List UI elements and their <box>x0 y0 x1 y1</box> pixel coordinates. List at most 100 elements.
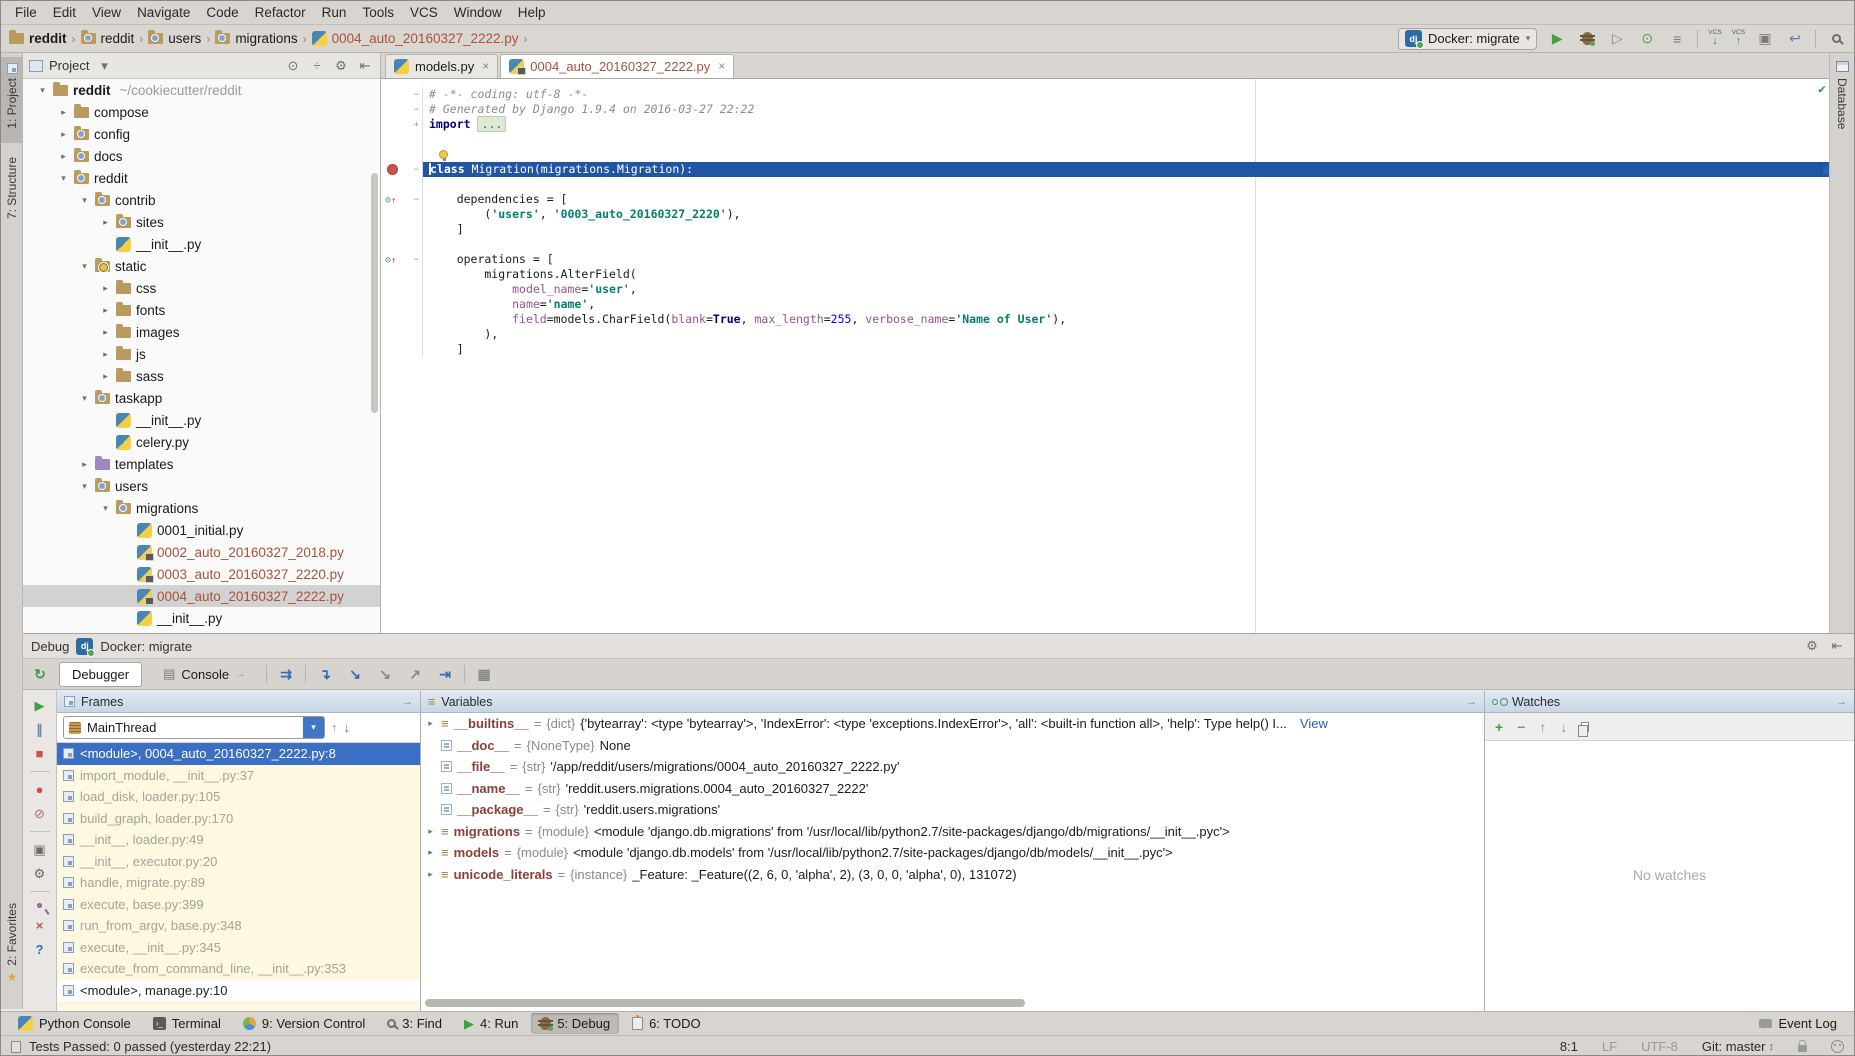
code-line-text[interactable] <box>423 237 1831 252</box>
close-debug-button[interactable]: × <box>36 919 44 932</box>
tool-strip-database-tab[interactable]: Database <box>1835 78 1849 129</box>
code-line-14[interactable]: model_name='user', <box>381 282 1831 297</box>
code-line-text[interactable] <box>423 177 1831 192</box>
tree-item-contrib[interactable]: ▾contrib <box>23 189 380 211</box>
tree-item-0001-initial-py[interactable]: 0001_initial.py <box>23 519 380 541</box>
editor-gutter[interactable] <box>381 177 423 192</box>
editor-gutter[interactable] <box>381 282 423 297</box>
expand-arrow-icon[interactable]: ▸ <box>425 826 436 837</box>
code-line-text[interactable]: name='name', <box>423 297 1831 312</box>
code-line-11[interactable] <box>381 237 1831 252</box>
tree-collapse-arrow[interactable]: ▸ <box>100 305 111 316</box>
rollback-button[interactable]: ↩ <box>1785 29 1805 49</box>
debug-settings-button[interactable]: ⚙ <box>1803 638 1821 654</box>
debug-button[interactable] <box>1577 29 1597 49</box>
evaluate-expression-button[interactable]: ▦ <box>473 666 495 683</box>
run-settings-button[interactable]: ≡ <box>1667 29 1687 49</box>
editor-gutter[interactable] <box>381 237 423 252</box>
editor-gutter[interactable] <box>381 327 423 342</box>
code-line-text[interactable]: class Migration(migrations.Migration): <box>423 162 1831 177</box>
tree-expand-arrow[interactable]: ▾ <box>79 393 90 404</box>
vcs-push-button[interactable]: VCS↑ <box>1732 30 1745 47</box>
tree-expand-arrow[interactable]: ▾ <box>100 503 111 514</box>
line-ending-indicator[interactable]: LF <box>1602 1039 1617 1054</box>
breadcrumb-item[interactable]: migrations <box>215 31 297 46</box>
code-line-text[interactable]: ), <box>423 327 1831 342</box>
locate-file-button[interactable]: ⊙ <box>284 58 302 74</box>
run-to-cursor-button[interactable]: ⇥ <box>434 666 456 683</box>
code-line-text[interactable]: operations = [ <box>423 252 1831 267</box>
frame-row[interactable]: handle, migrate.py:89 <box>57 872 420 894</box>
encoding-indicator[interactable]: UTF-8 <box>1641 1039 1678 1054</box>
debugger-settings-button[interactable]: ⚙ <box>34 867 46 880</box>
editor-gutter[interactable]: −⊙↑ <box>381 252 423 267</box>
code-line-8[interactable]: −⊙↑ dependencies = [ <box>381 192 1831 207</box>
tree-expand-arrow[interactable]: ▾ <box>37 85 48 96</box>
code-line-text[interactable]: # Generated by Django 1.9.4 on 2016-03-2… <box>423 102 1831 117</box>
resume-button[interactable]: ▶ <box>35 699 45 712</box>
code-line-10[interactable]: ] <box>381 222 1831 237</box>
variable-row[interactable]: __file__={str}'/app/reddit/users/migrati… <box>421 756 1484 778</box>
fold-marker-icon[interactable]: − <box>414 193 419 208</box>
variable-row[interactable]: ▸≡__builtins__={dict}{'bytearray': <type… <box>421 713 1484 735</box>
editor-gutter[interactable] <box>381 207 423 222</box>
frame-row[interactable]: execute, base.py:399 <box>57 894 420 916</box>
tree-item-templates[interactable]: ▸templates <box>23 453 380 475</box>
run-config-selector[interactable]: dj Docker: migrate ▾ <box>1398 28 1537 50</box>
view-breakpoints-button[interactable]: ● <box>36 783 44 796</box>
tree-item-images[interactable]: ▸images <box>23 321 380 343</box>
tree-item--init-py[interactable]: __init__.py <box>23 233 380 255</box>
thread-selector[interactable]: MainThread ▾ <box>63 716 325 739</box>
frame-row[interactable]: <module>, manage.py:10 <box>57 980 420 1002</box>
tree-expand-arrow[interactable]: ▾ <box>58 173 69 184</box>
code-line-text[interactable]: model_name='user', <box>423 282 1831 297</box>
run-with-coverage-button[interactable]: ▷ <box>1607 29 1627 49</box>
tree-item-css[interactable]: ▸css <box>23 277 380 299</box>
remove-watch-button[interactable]: − <box>1517 719 1525 735</box>
tree-collapse-arrow[interactable]: ▸ <box>100 349 111 360</box>
fold-marker-icon[interactable]: − <box>414 103 419 118</box>
tree-item-0002-auto-20160327-2018-py[interactable]: 0002_auto_20160327_2018.py <box>23 541 380 563</box>
tree-collapse-arrow[interactable]: ▸ <box>58 151 69 162</box>
code-line-5[interactable] <box>381 147 1831 162</box>
tab-debugger[interactable]: Debugger <box>59 662 142 687</box>
tool-strip-structure-tab[interactable]: 7: Structure <box>1 151 23 247</box>
tree-expand-arrow[interactable]: ▾ <box>79 195 90 206</box>
add-watch-button[interactable]: + <box>1495 719 1503 735</box>
menu-item-tools[interactable]: Tools <box>354 3 402 22</box>
code-area[interactable]: −# -*- coding: utf-8 -*-−# Generated by … <box>381 79 1831 633</box>
code-line-text[interactable] <box>423 147 1831 162</box>
tree-expand-arrow[interactable]: ▾ <box>79 481 90 492</box>
editor-gutter[interactable] <box>381 312 423 327</box>
code-line-text[interactable]: migrations.AlterField( <box>423 267 1831 282</box>
close-icon[interactable]: × <box>718 59 725 73</box>
copy-icon[interactable] <box>1581 722 1589 732</box>
code-line-6[interactable]: −class Migration(migrations.Migration): <box>381 162 1831 177</box>
tree-item-compose[interactable]: ▸compose <box>23 101 380 123</box>
frame-row[interactable]: import_module, __init__.py:37 <box>57 765 420 787</box>
code-line-17[interactable]: ), <box>381 327 1831 342</box>
lock-indicator[interactable] <box>1798 1041 1807 1052</box>
tool-strip-project-tab[interactable]: 1: Project <box>1 57 23 143</box>
tree-collapse-arrow[interactable]: ▸ <box>58 129 69 140</box>
panel-settings-button[interactable]: ⚙ <box>332 58 350 74</box>
editor-gutter[interactable] <box>381 147 423 162</box>
project-tree-scrollbar[interactable] <box>371 173 378 413</box>
tree-collapse-arrow[interactable]: ▸ <box>100 283 111 294</box>
restore-layout-button[interactable]: ▣ <box>33 843 45 856</box>
tool-window-button-terminal[interactable]: ›_Terminal <box>144 1013 230 1034</box>
breadcrumb-item[interactable]: 0004_auto_20160327_2222.py <box>312 31 519 46</box>
editor-gutter[interactable]: −⊙↑ <box>381 192 423 207</box>
frame-row[interactable]: __init__, executor.py:20 <box>57 851 420 873</box>
code-line-3[interactable]: +import ... <box>381 117 1831 132</box>
editor-gutter[interactable] <box>381 132 423 147</box>
tree-item-js[interactable]: ▸js <box>23 343 380 365</box>
tree-collapse-arrow[interactable]: ▸ <box>100 327 111 338</box>
code-line-text[interactable]: dependencies = [ <box>423 192 1831 207</box>
step-into-button[interactable]: ↘ <box>344 666 366 683</box>
pause-button[interactable]: ∥ <box>36 723 43 736</box>
variable-row[interactable]: ▸≡models={module}<module 'django.db.mode… <box>421 842 1484 864</box>
tree-item-0003-auto-20160327-2220-py[interactable]: 0003_auto_20160327_2220.py <box>23 563 380 585</box>
frame-row[interactable]: run_from_argv, base.py:348 <box>57 915 420 937</box>
editor-body[interactable]: −# -*- coding: utf-8 -*-−# Generated by … <box>381 79 1831 633</box>
